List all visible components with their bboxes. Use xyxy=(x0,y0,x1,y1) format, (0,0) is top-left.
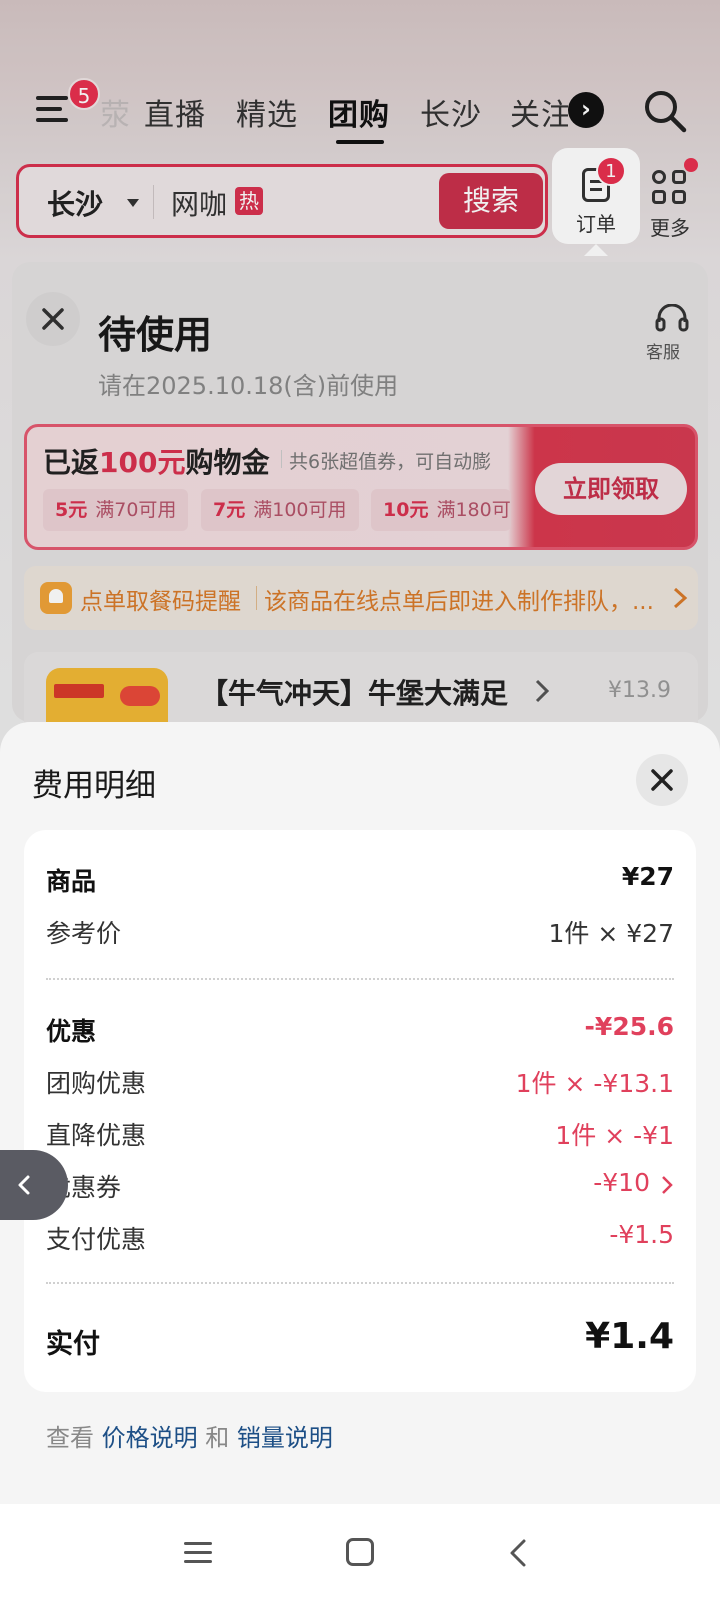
sales-explanation-link[interactable]: 销量说明 xyxy=(237,1424,333,1452)
discount-row: 优惠 -¥25.6 xyxy=(46,1012,674,1052)
direct-discount-label: 直降优惠 xyxy=(46,1121,147,1150)
discount-label: 优惠 xyxy=(46,1017,97,1046)
sheet-close-button[interactable] xyxy=(636,754,688,806)
group-discount-row: 团购优惠 1件 × -¥13.1 xyxy=(46,1064,674,1104)
ref-value: 1件 × ¥27 xyxy=(548,919,674,948)
coupon-row[interactable]: 优惠券 -¥10 xyxy=(46,1168,674,1208)
links-prefix: 查看 xyxy=(46,1424,94,1452)
close-icon xyxy=(651,769,673,791)
discount-value: -¥25.6 xyxy=(584,1012,674,1041)
chevron-left-icon xyxy=(18,1175,30,1195)
goods-value: ¥27 xyxy=(621,862,674,891)
system-nav-bar xyxy=(0,1504,720,1600)
direct-discount-row: 直降优惠 1件 × -¥1 xyxy=(46,1116,674,1156)
price-explanation-link[interactable]: 价格说明 xyxy=(102,1424,198,1452)
floating-side-tab[interactable] xyxy=(0,1150,68,1220)
back-icon[interactable] xyxy=(508,1538,528,1568)
explanation-links: 查看 价格说明 和 销量说明 xyxy=(46,1418,333,1453)
payment-discount-label: 支付优惠 xyxy=(46,1225,147,1254)
detail-card: 商品 ¥27 参考价 1件 × ¥27 优惠 -¥25.6 团购优惠 1件 × … xyxy=(24,830,696,1392)
recent-apps-icon[interactable] xyxy=(184,1540,212,1564)
paid-row: 实付 ¥1.4 xyxy=(46,1316,674,1362)
dotted-divider xyxy=(46,978,674,980)
direct-discount-value: 1件 × -¥1 xyxy=(555,1121,674,1150)
home-icon[interactable] xyxy=(346,1538,374,1566)
payment-discount-row: 支付优惠 -¥1.5 xyxy=(46,1220,674,1260)
payment-discount-value: -¥1.5 xyxy=(609,1220,674,1249)
reference-price-row: 参考价 1件 × ¥27 xyxy=(46,914,674,954)
paid-label: 实付 xyxy=(46,1329,100,1360)
links-and: 和 xyxy=(205,1424,230,1452)
ref-label: 参考价 xyxy=(46,919,122,948)
group-discount-value: 1件 × -¥13.1 xyxy=(515,1069,674,1098)
paid-value: ¥1.4 xyxy=(585,1316,674,1357)
cost-detail-sheet: 费用明细 商品 ¥27 参考价 1件 × ¥27 优惠 -¥25.6 团购优惠 … xyxy=(0,722,720,1504)
dotted-divider xyxy=(46,1282,674,1284)
goods-row: 商品 ¥27 xyxy=(46,862,674,902)
sheet-title: 费用明细 xyxy=(32,768,156,804)
coupon-value: -¥10 xyxy=(593,1168,650,1197)
chevron-right-icon xyxy=(662,1176,673,1194)
goods-label: 商品 xyxy=(46,867,97,896)
group-discount-label: 团购优惠 xyxy=(46,1069,147,1098)
